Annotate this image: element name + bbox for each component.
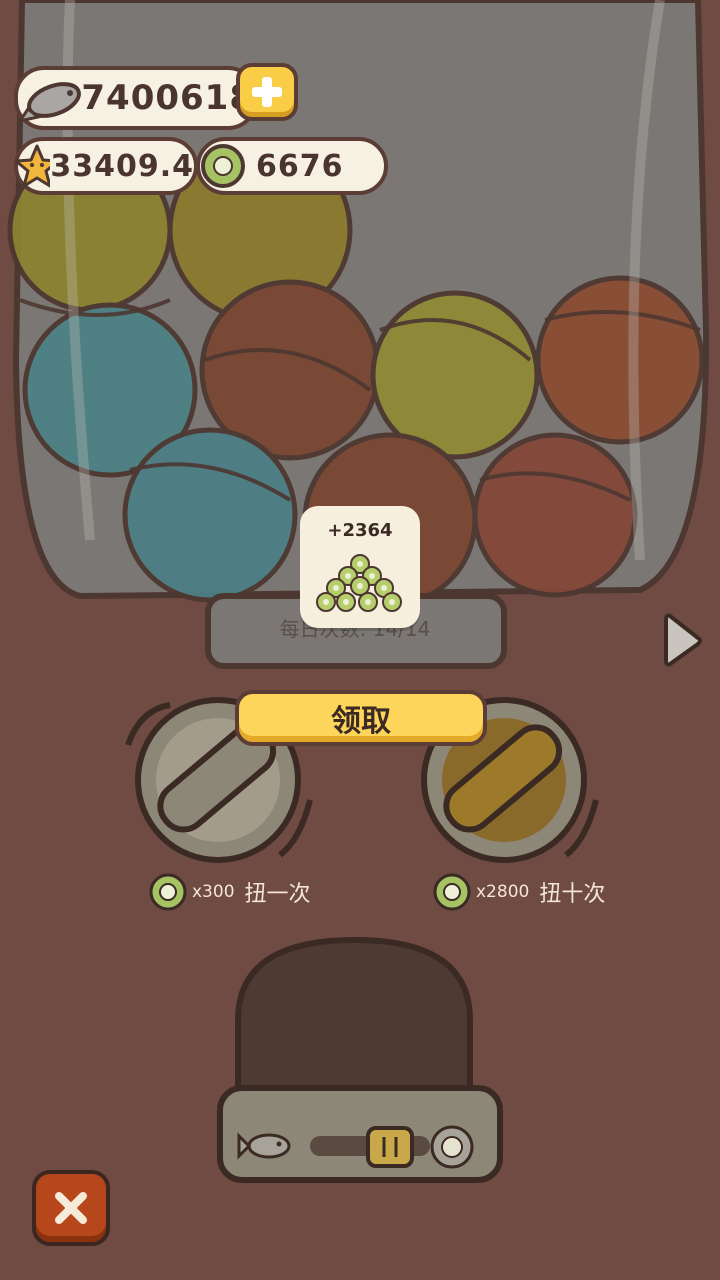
coin-icon (149, 873, 187, 911)
fish-amount: 7400618 (81, 78, 254, 118)
fish-icon (18, 82, 81, 123)
add-fish-button[interactable] (236, 63, 298, 121)
slider-handle (366, 1126, 414, 1168)
capsule-brown-2 (535, 275, 705, 445)
close-button[interactable] (32, 1170, 110, 1246)
coin-icon-base (430, 1125, 474, 1169)
capsule-teal-2 (122, 427, 298, 603)
fish-currency-pill: 7400618 (14, 66, 258, 130)
output-dome (235, 936, 473, 1093)
capsule-olive-3 (370, 290, 540, 460)
single-spin-label: 扭一次 (244, 882, 311, 907)
single-spin-cost: x300 (192, 882, 235, 902)
close-icon (55, 1192, 87, 1224)
next-arrow-icon[interactable] (664, 612, 704, 668)
capsule-brown-4 (472, 432, 638, 598)
star-icon (14, 144, 51, 188)
single-spin-option[interactable]: x300 扭一次 (148, 872, 311, 912)
coin-icon (201, 144, 245, 188)
reward-amount: +2364 (327, 520, 393, 541)
ten-spin-cost: x2800 (476, 882, 530, 902)
ten-spin-label: 扭十次 (539, 882, 606, 907)
coin-icon (433, 873, 471, 911)
claim-button[interactable]: 领取 (235, 690, 487, 746)
star-amount: 33409.4 (50, 148, 194, 184)
coin-currency-pill: 6676 (196, 137, 388, 195)
coin-amount: 6676 (256, 148, 344, 184)
ten-spin-option[interactable]: x2800 扭十次 (432, 872, 605, 912)
plus-icon (252, 77, 282, 107)
coin-pile-icon (316, 554, 402, 612)
star-currency-pill: 33409.4 (14, 137, 198, 195)
reward-popup: +2364 (300, 506, 420, 628)
